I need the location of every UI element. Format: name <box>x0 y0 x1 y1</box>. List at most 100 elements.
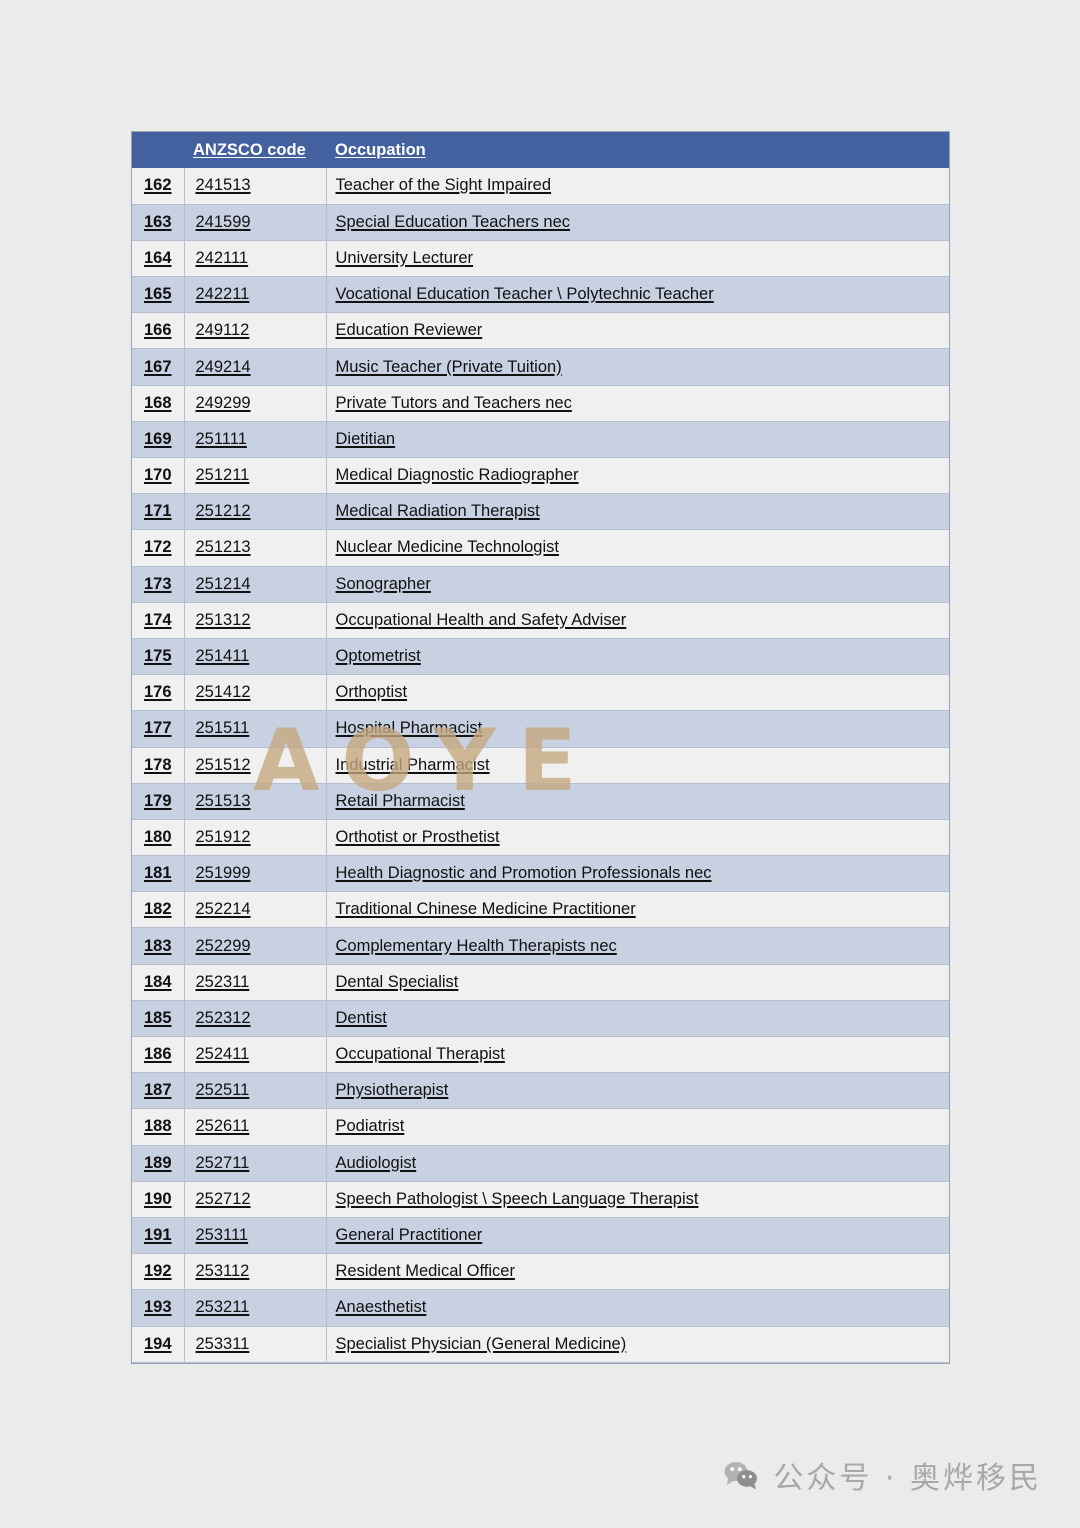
occupation-value: Audiologist <box>335 1153 417 1172</box>
occupation-cell: Hospital Pharmacist <box>326 710 949 748</box>
table-row: 192 253112 Resident Medical Officer <box>132 1253 949 1291</box>
row-index-cell: 193 <box>132 1289 185 1327</box>
row-index-cell: 174 <box>132 602 185 639</box>
occupation-value: Anaesthetist <box>335 1298 427 1317</box>
row-index-cell: 173 <box>132 566 185 603</box>
table-row: 173 251214 Sonographer <box>132 566 949 603</box>
row-index-cell: 182 <box>132 891 185 929</box>
occupation-cell: Dietitian <box>326 421 949 459</box>
occupation-cell: Physiotherapist <box>326 1072 949 1110</box>
anzsco-code-cell: 249112 <box>184 312 327 350</box>
occupation-cell: Medical Diagnostic Radiographer <box>326 457 949 495</box>
table-row: 193 253211 Anaesthetist <box>132 1289 949 1327</box>
row-index-cell: 177 <box>132 710 185 748</box>
row-index-cell: 189 <box>132 1145 185 1182</box>
occupation-table: ANZSCO code Occupation 162 241513 Teacher … <box>132 132 949 1363</box>
row-index-cell: 181 <box>132 855 185 893</box>
row-index-cell: 162 <box>132 168 185 205</box>
table-row: 181 251999 Health Diagnostic and Promotion… <box>132 855 949 893</box>
row-index-value: 175 <box>143 647 172 666</box>
occupation-cell: Speech Pathologist \ Speech Language The… <box>326 1181 949 1218</box>
table-row: 174 251312 Occupational Health and Safety … <box>132 602 949 639</box>
row-index-value: 162 <box>143 176 172 195</box>
column-header-anzsco-code: ANZSCO code <box>184 132 326 168</box>
occupation-cell: General Practitioner <box>326 1217 949 1255</box>
occupation-value: Resident Medical Officer <box>335 1262 515 1281</box>
table-header-row: ANZSCO code Occupation <box>132 132 949 168</box>
occupation-value: Industrial Pharmacist <box>335 755 490 774</box>
anzsco-code-value: 253112 <box>195 1262 250 1281</box>
table-body: 162 241513 Teacher of the Sight Impaired 16… <box>132 168 949 1363</box>
occupation-cell: Health Diagnostic and Promotion Professi… <box>326 855 949 893</box>
anzsco-code-cell: 253112 <box>184 1253 327 1291</box>
row-index-value: 189 <box>143 1153 172 1172</box>
occupation-cell: Optometrist <box>326 638 949 676</box>
table-row: 191 253111 General Practitioner <box>132 1217 949 1255</box>
occupation-value: Special Education Teachers nec <box>335 212 571 231</box>
anzsco-code-cell: 251912 <box>184 819 327 857</box>
row-index-value: 171 <box>143 502 172 521</box>
row-index-value: 181 <box>143 864 172 883</box>
row-index-cell: 175 <box>132 638 185 676</box>
anzsco-code-cell: 252711 <box>184 1145 327 1182</box>
occupation-cell: Orthoptist <box>326 674 949 712</box>
row-index-cell: 188 <box>132 1108 185 1146</box>
row-index-value: 191 <box>143 1226 172 1245</box>
row-index-cell: 183 <box>132 927 185 965</box>
occupation-cell: Specialist Physician (General Medicine) <box>326 1326 949 1363</box>
row-index-value: 170 <box>143 466 172 485</box>
anzsco-code-cell: 251213 <box>184 529 327 567</box>
anzsco-code-value: 241513 <box>195 176 251 195</box>
table-row: 165 242211 Vocational Education Teacher \ … <box>132 276 949 314</box>
table-row: 187 252511 Physiotherapist <box>132 1072 949 1110</box>
row-index-value: 179 <box>143 791 172 810</box>
table-row: 188 252611 Podiatrist <box>132 1108 949 1146</box>
table-row: 189 252711 Audiologist <box>132 1145 949 1182</box>
table-row: 166 249112 Education Reviewer <box>132 312 949 350</box>
anzsco-code-cell: 251312 <box>184 602 327 639</box>
anzsco-code-cell: 251513 <box>184 783 327 820</box>
anzsco-code-cell: 251212 <box>184 493 327 531</box>
occupation-value: Medical Radiation Therapist <box>335 502 540 521</box>
row-index-value: 186 <box>143 1045 172 1064</box>
anzsco-code-value: 251211 <box>195 466 250 485</box>
anzsco-code-cell: 251512 <box>184 747 327 784</box>
document-page: ANZSCO code Occupation 162 241513 Teacher … <box>0 0 1080 1528</box>
anzsco-code-cell: 251511 <box>184 710 327 748</box>
anzsco-code-value: 251513 <box>195 791 251 810</box>
occupation-value: Hospital Pharmacist <box>335 719 483 738</box>
row-index-cell: 164 <box>132 240 185 278</box>
row-index-value: 188 <box>143 1117 172 1136</box>
occupation-value: Vocational Education Teacher \ Polytechn… <box>335 285 714 304</box>
occupation-value: Occupational Therapist <box>335 1045 505 1064</box>
row-index-value: 194 <box>143 1334 172 1353</box>
occupation-cell: Sonographer <box>326 566 949 603</box>
anzsco-code-value: 251212 <box>195 502 251 521</box>
table-row: 178 251512 Industrial Pharmacist <box>132 747 949 784</box>
row-index-value: 180 <box>143 827 172 846</box>
occupation-value: Complementary Health Therapists nec <box>335 936 617 955</box>
occupation-cell: Anaesthetist <box>326 1289 949 1327</box>
occupation-value: Retail Pharmacist <box>335 791 465 810</box>
occupation-cell: Medical Radiation Therapist <box>326 493 949 531</box>
row-index-value: 192 <box>143 1262 172 1281</box>
occupation-value: Dietitian <box>335 429 396 448</box>
occupation-cell: Private Tutors and Teachers nec <box>326 385 949 422</box>
anzsco-code-cell: 252299 <box>184 927 327 965</box>
occupation-value: Optometrist <box>335 647 421 666</box>
row-index-value: 184 <box>143 972 172 991</box>
row-index-value: 177 <box>143 719 172 738</box>
anzsco-code-cell: 241513 <box>184 168 327 205</box>
footer-text: 公众号 · 奥烨移民 <box>773 1461 1042 1496</box>
occupation-cell: Education Reviewer <box>326 312 949 350</box>
occupation-cell: Dentist <box>326 1000 949 1038</box>
anzsco-code-value: 251512 <box>195 755 251 774</box>
anzsco-code-cell: 242111 <box>184 240 327 278</box>
table-row: 185 252312 Dentist <box>132 1000 949 1038</box>
row-index-cell: 180 <box>132 819 185 857</box>
anzsco-code-cell: 252312 <box>184 1000 327 1038</box>
row-index-value: 166 <box>143 321 172 340</box>
occupation-cell: Occupational Health and Safety Adviser <box>326 602 949 639</box>
anzsco-code-cell: 251214 <box>184 566 327 603</box>
row-index-value: 182 <box>143 900 172 919</box>
